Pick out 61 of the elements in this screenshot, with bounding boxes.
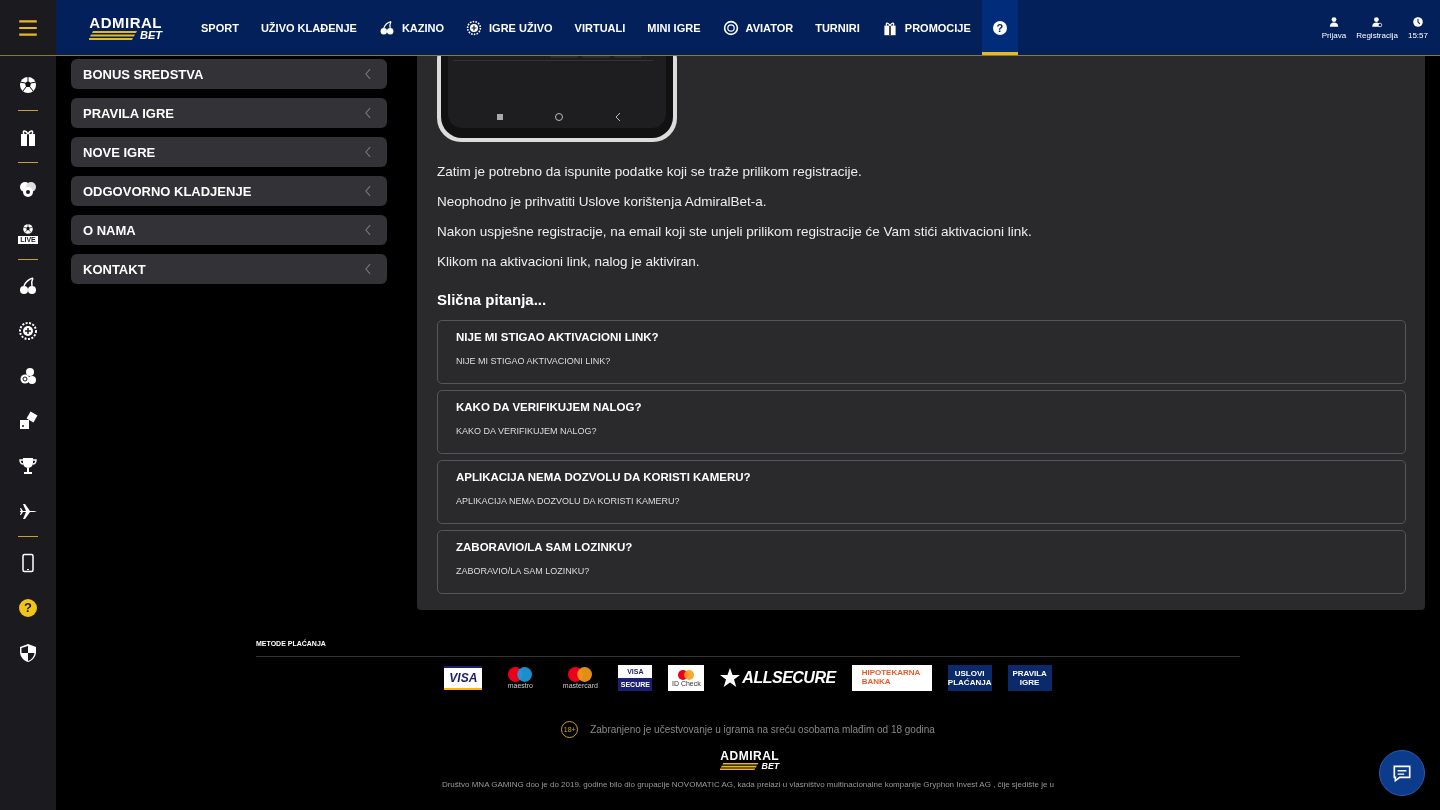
chip-icon <box>722 19 739 36</box>
nav-tab[interactable]: SPORT <box>190 0 250 55</box>
menu-item[interactable]: KONTAKT <box>71 254 387 284</box>
admiral-bet-logo[interactable]: ADMIRAL BET <box>84 14 162 41</box>
nav-tab[interactable]: ? <box>981 0 1018 55</box>
question-title: ZABORAVIO/LA SAM LOZINKU? <box>456 541 634 553</box>
cherries-icon <box>378 19 395 36</box>
coins-icon[interactable] <box>18 365 38 386</box>
visa-logo: VISA <box>444 666 483 690</box>
account-label[interactable]: Registracija <box>1356 30 1398 40</box>
chat-button[interactable] <box>1379 750 1425 796</box>
menu-item[interactable]: PRAVILA IGRE <box>71 98 387 128</box>
paragraph: Neophodno je prihvatiti Uslove korištenja AdmiralBet-a. <box>437 193 768 211</box>
question-title: KAKO DA VERIFIKUJEM NALOG? <box>456 401 643 413</box>
menu-item[interactable]: BONUS SREDSTVA <box>71 59 387 89</box>
roulette-icon[interactable] <box>18 320 38 341</box>
question-card[interactable]: ZABORAVIO/LA SAM LOZINKU? ZABORAVIO/LA SAM LOZINKU? <box>437 530 1406 594</box>
help-icon[interactable]: ? <box>19 598 37 617</box>
cherries-icon[interactable] <box>18 275 38 296</box>
account-label[interactable]: 15:57 <box>1407 30 1428 40</box>
question-subtitle: APLIKACIJA NEMA DOZVOLU DA KORISTI KAMERU? <box>456 496 681 506</box>
clock-icon <box>1412 15 1424 28</box>
allsecure-logo: ALLSECURE <box>720 668 836 688</box>
question-card[interactable]: APLIKACIJA NEMA DOZVOLU DA KORISTI KAMERU? APLIKACIJA NEMA DOZVOLU DA KORISTI KAMERU? <box>437 460 1406 524</box>
menu-item[interactable]: NOVE IGRE <box>71 137 387 167</box>
paragraph: Nakon uspješne registracije, na email koji ste unjeli prilikom registracije će Vam stići aktivacioni link. <box>437 223 1033 241</box>
paragraph: Klikom na aktivacioni link, nalog je aktiviran. <box>437 253 701 271</box>
question-title: APLIKACIJA NEMA DOZVOLU DA KORISTI KAMERU? <box>456 471 752 483</box>
question-card[interactable]: KAKO DA VERIFIKUJEM NALOG? KAKO DA VERIFIKUJEM NALOG? <box>437 390 1406 454</box>
shield-icon[interactable] <box>18 642 38 663</box>
bank-logo: HIPOTEKARNA BANKA <box>851 665 932 691</box>
nav-tab[interactable]: AVIATOR <box>711 0 805 55</box>
nav-tab[interactable]: VIRTUALI <box>563 0 637 55</box>
question-title: NIJE MI STIGAO AKTIVACIONI LINK? <box>456 331 660 343</box>
age-notice: Zabranjeno je učestvovanje u igrama na sreću osobama mlađim od 18 godina <box>590 724 935 735</box>
payment-info-link[interactable]: USLOVI PLAĆANJA <box>947 665 992 691</box>
section-heading: Slična pitanja... <box>437 291 548 308</box>
soccer-ball-icon <box>22 222 34 235</box>
paragraph: Zatim je potrebno da ispunite podatke koji se traže prilikom registracije. <box>437 163 863 181</box>
trophy-icon[interactable] <box>18 455 38 476</box>
question-subtitle: ZABORAVIO/LA SAM LOZINKU? <box>456 566 591 576</box>
legal-text: Društvo MNA GAMING doo je do 2019. godine bilo dio grupacije NOVOMATIC AG, kada prelazi u vlasništvo multinacionalne kompanije Gryphon Invest AG , čije sjedište je u <box>441 778 1055 790</box>
soccer-ball-icon[interactable] <box>18 74 38 95</box>
question-card[interactable]: NIJE MI STIGAO AKTIVACIONI LINK? NIJE MI STIGAO AKTIVACIONI LINK? <box>437 320 1406 384</box>
nav-tab[interactable]: TURNIRI <box>804 0 871 55</box>
user-add-icon <box>1371 15 1384 28</box>
roulette-icon <box>466 19 483 36</box>
user-icon <box>1327 15 1340 28</box>
admiral-bet-logo[interactable]: ADMIRAL BET <box>716 750 780 771</box>
nav-tab[interactable]: PROMOCIJE <box>870 0 982 55</box>
question-subtitle: KAKO DA VERIFIKUJEM NALOG? <box>456 426 598 436</box>
question-subtitle: NIJE MI STIGAO AKTIVACIONI LINK? <box>456 356 612 366</box>
dice-icon[interactable] <box>18 410 38 431</box>
menu-item[interactable]: O NAMA <box>71 215 387 245</box>
nav-tab[interactable]: IGRE UŽIVO <box>455 0 564 55</box>
nav-tab[interactable]: UŽIVO KLAĐENJE <box>249 0 368 55</box>
nav-tab[interactable]: MINI IGRE <box>636 0 712 55</box>
payment-info-link[interactable]: PRAVILA IGRE <box>1007 665 1052 691</box>
menu-item[interactable]: ODGOVORNO KLADJENJE <box>71 176 387 206</box>
nav-tab[interactable]: KAZINO <box>367 0 456 55</box>
account-label[interactable]: Prijava <box>1321 30 1347 40</box>
